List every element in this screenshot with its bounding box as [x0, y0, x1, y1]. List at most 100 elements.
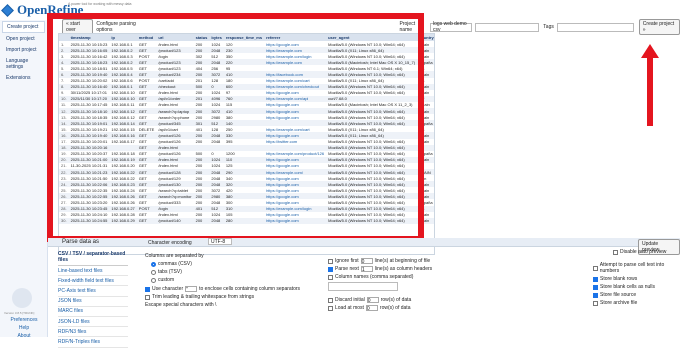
disable-auto-preview[interactable]: Disable auto preview: [613, 249, 666, 255]
use-char-option[interactable]: Use character " to enclose cells containin…: [145, 286, 300, 293]
column-header[interactable]: bytes: [209, 34, 224, 41]
table-cell: 192.168.0.5: [111, 65, 133, 71]
checkbox-icon: [328, 305, 333, 311]
nav-item-import-project[interactable]: Import project: [2, 45, 45, 55]
column-names-input[interactable]: [328, 282, 398, 291]
separator-option[interactable]: custom: [151, 277, 300, 283]
column-header[interactable]: url: [156, 34, 194, 41]
separator-option[interactable]: tabs (TSV): [151, 269, 300, 275]
storage-option[interactable]: Attempt to parse cell text into numbers: [593, 262, 678, 274]
load-most-option[interactable]: Load at most 0 row(s) of data: [328, 305, 432, 312]
format-item[interactable]: RDF/N-Triples files: [58, 337, 128, 348]
table-cell: 2025-11-30 10:22:06: [68, 181, 110, 188]
table-cell: 192.168.0.20: [111, 163, 135, 169]
data-preview-grid[interactable]: timestamp ip method url status bytes response_…: [58, 33, 435, 255]
column-header[interactable]: status: [193, 34, 210, 41]
format-item[interactable]: JSON-LD files: [58, 317, 128, 328]
table-cell: 192.168.0.17: [111, 139, 135, 145]
table-cell: https://example.com/product/126: [266, 151, 325, 157]
table-cell: 192.168.0.22: [109, 168, 137, 176]
table-cell: Mozilla/5.0 (Windows NT 10.0; Win64; x64…: [328, 90, 405, 96]
storage-option[interactable]: Store blank rows: [593, 276, 678, 282]
table-cell: Mozilla/5.0 (Windows NT 10.0; Win64; x64…: [328, 163, 405, 169]
footer-link-help[interactable]: Help: [0, 325, 48, 331]
format-item[interactable]: MARC files: [58, 307, 128, 317]
trim-option[interactable]: Trim leading & trailing whitespace from …: [145, 294, 300, 300]
table-cell: 2025-11-30 10:22:55: [68, 193, 110, 200]
column-header[interactable]: [59, 34, 69, 41]
table-cell: 2025-11-30 10:23:20: [70, 199, 108, 205]
column-header[interactable]: country: [417, 34, 434, 41]
table-cell: Mozilla/5.0 (Windows NT 10.0; Win64; x64…: [326, 217, 418, 224]
blank-input[interactable]: [475, 22, 540, 32]
nav-item-language-settings[interactable]: Language settings: [2, 56, 45, 72]
format-item[interactable]: Fixed-width field text files: [58, 276, 128, 287]
table-cell: 192.168.0.22: [111, 175, 135, 181]
radio-icon: [151, 261, 156, 267]
discard-input[interactable]: 0: [366, 297, 379, 304]
table-cell: 192.168.0.16: [109, 132, 137, 139]
nav-item-create-project[interactable]: Create project: [2, 21, 45, 33]
format-item[interactable]: RDF/N3 files: [58, 327, 128, 338]
parse-next-option[interactable]: Parse next 1 line(s) as column headers: [328, 266, 432, 273]
quote-char-input[interactable]: ": [185, 286, 198, 293]
footer-link-preferences[interactable]: Preferences: [0, 317, 48, 323]
load-most-input[interactable]: 0: [365, 305, 378, 312]
column-names-option[interactable]: Column names (comma separated): [328, 274, 432, 280]
table-cell: 2025-11-30 10:19:01: [68, 120, 110, 127]
table-cell: Mozilla/5.0 (Windows NT 10.0; Win64; x64…: [326, 193, 418, 200]
checkbox-icon: [328, 258, 333, 264]
column-header[interactable]: ip: [109, 34, 137, 41]
nav-item-open-project[interactable]: Open project: [2, 34, 45, 44]
column-header[interactable]: referrer: [264, 34, 327, 41]
tags-input[interactable]: [556, 22, 634, 32]
table-cell: 2025-11-30 10:21:00: [68, 156, 110, 163]
table-cell: 192.168.0.14: [109, 120, 137, 127]
column-header[interactable]: timestamp: [68, 34, 110, 41]
nav-item-extensions[interactable]: Extensions: [2, 73, 45, 83]
table-cell: Mozilla/5.0 (Windows NT 10.0; Win64; x64…: [326, 71, 418, 78]
red-arrow-icon: [641, 44, 659, 126]
format-item[interactable]: PC-Axis text files: [58, 286, 128, 297]
table-cell: Mozilla/5.0 (Windows NT 10.0; Win64; x64…: [328, 187, 405, 193]
parse-next-input[interactable]: 1: [360, 266, 373, 273]
table-header: timestamp ip method url status bytes response_…: [59, 34, 434, 41]
table-cell: Mozilla/5.0 (Windows NT 10.0; Win64; x64…: [328, 175, 405, 181]
storage-option[interactable]: Store archive file: [593, 300, 678, 306]
table-cell: DELETE: [138, 126, 155, 132]
table-cell: 2025-11-30 10:16:42: [70, 53, 108, 59]
table-cell: 192.168.0.1: [111, 41, 133, 47]
table-cell: 2025-11-30 10:18:35: [70, 114, 108, 120]
column-header[interactable]: response_time_ms: [223, 34, 265, 41]
table-cell: 2025-11-30 10:16:40: [68, 83, 110, 90]
encoding-select[interactable]: UTF-8: [208, 238, 232, 245]
footer-link-about[interactable]: About: [0, 333, 48, 339]
ignore-first-input[interactable]: 0: [360, 258, 373, 265]
table-cell: 30/11/2025 10:17:01: [70, 90, 107, 96]
column-header[interactable]: method: [136, 34, 157, 41]
table-cell: 192.168.0.18: [111, 151, 135, 157]
ignore-first-option[interactable]: Ignore first 0 line(s) at beginning of fil…: [328, 258, 432, 265]
storage-option[interactable]: Store blank cells as nulls: [593, 284, 678, 290]
format-item[interactable]: Line-based text files: [58, 266, 128, 277]
table-cell: 2025-11-30 10:21:50: [70, 175, 108, 181]
checkbox-icon: [328, 266, 333, 272]
format-item[interactable]: JSON files: [58, 297, 128, 307]
column-header[interactable]: user_agent: [326, 34, 418, 41]
project-name-input[interactable]: logs web demo csv: [430, 21, 473, 33]
storage-option[interactable]: Store file source: [593, 292, 678, 298]
format-title[interactable]: CSV / TSV / separator-based files: [58, 249, 128, 266]
app-header: OpenRefine A power tool for working with…: [0, 0, 680, 20]
discard-option[interactable]: Discard initial 0 row(s) of data: [328, 297, 432, 304]
create-project-button[interactable]: Create project »: [638, 19, 680, 35]
table-body: 1. 2025-11-30 10:15:23 192.168.0.1 GET/inde…: [59, 41, 434, 224]
table-cell: Mozilla/5.0 (Macintosh; Intel Mac OS X 1…: [326, 59, 418, 66]
table-cell: 192.168.0.3: [111, 53, 133, 59]
table-cell: España: [419, 151, 433, 157]
separator-option-label: custom: [158, 277, 175, 283]
top-bar: « start over Configure parsing options P…: [56, 19, 680, 35]
table-cell: 192.168.0.2: [109, 59, 137, 66]
separator-option[interactable]: commas (CSV): [151, 261, 300, 267]
table-cell: España: [417, 120, 434, 127]
table-cell: 192.168.0.28: [111, 212, 135, 218]
